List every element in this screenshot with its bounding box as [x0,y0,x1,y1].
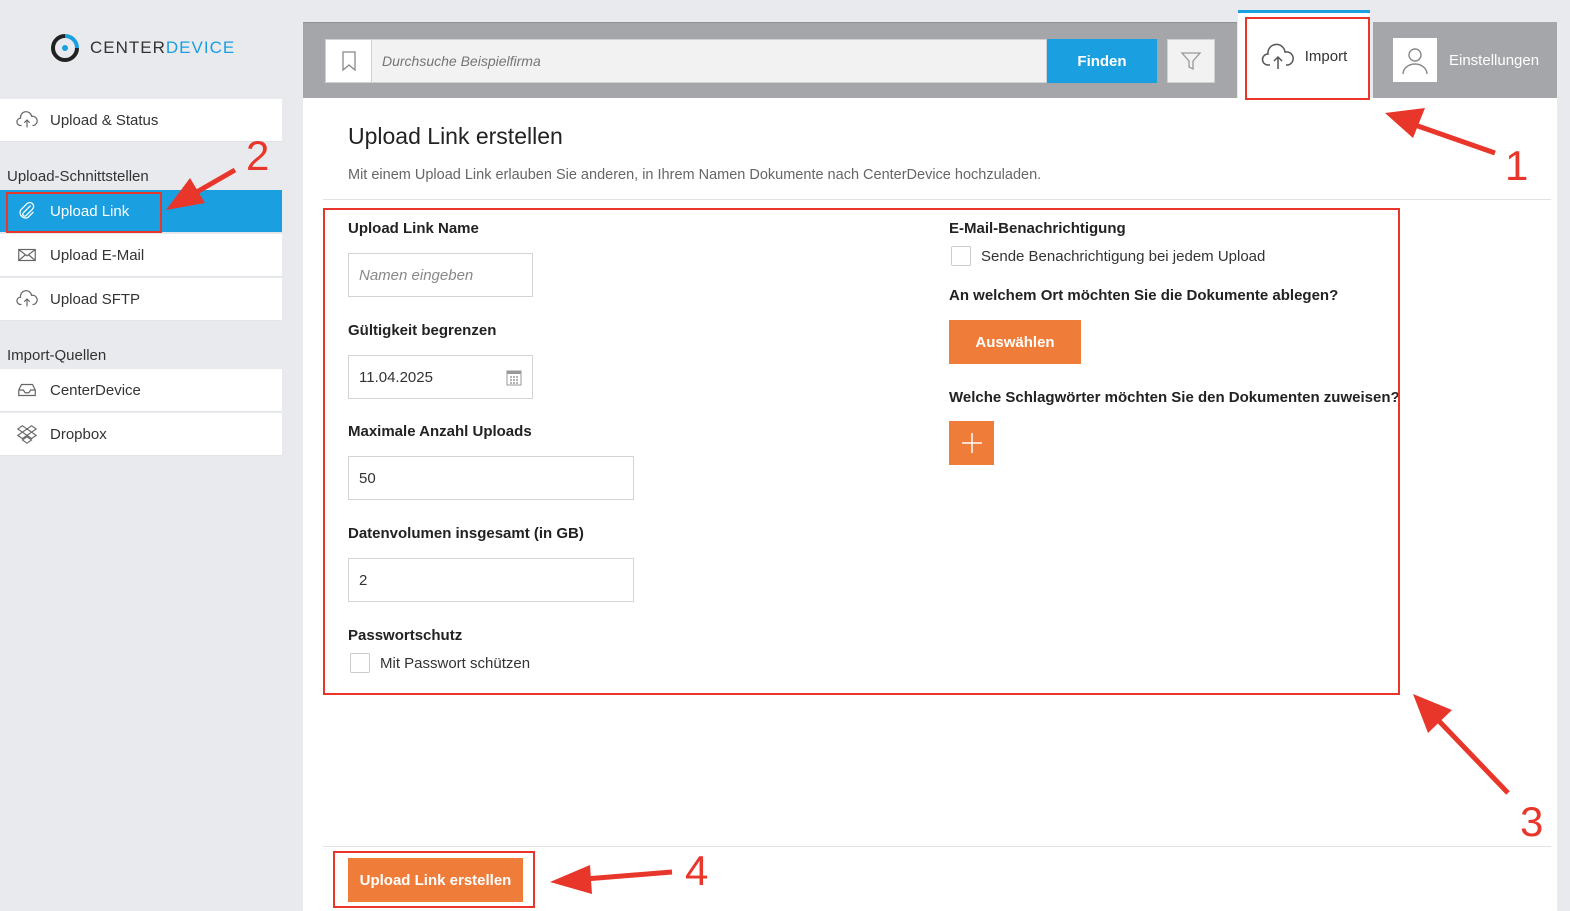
annotation-number-2: 2 [246,132,270,179]
sidebar-item-label: Upload E-Mail [50,246,145,264]
annotation-number-3: 3 [1520,798,1544,845]
annotation-box-2 [6,192,162,233]
sidebar-item-label: Dropbox [50,425,107,443]
bookmark-icon [341,51,356,72]
logo-icon [51,34,79,62]
annotation-box-4 [333,851,535,908]
settings-label: Einstellungen [1449,51,1540,69]
settings-tab[interactable]: Einstellungen [1373,22,1557,98]
filter-button[interactable] [1167,39,1215,83]
sidebar-item-upload-email[interactable]: Upload E-Mail [0,234,282,277]
find-button[interactable]: Finden [1047,39,1157,83]
section-upload-interfaces: Upload-Schnittstellen [7,168,149,185]
divider [323,199,1551,200]
centerdevice-logo[interactable]: CENTERDEVICE [50,33,235,63]
page-title: Upload Link erstellen [348,123,563,149]
cloud-upload-icon [16,290,38,307]
avatar [1393,38,1437,82]
annotation-number-4: 4 [685,847,709,894]
section-import-sources: Import-Quellen [7,347,107,364]
top-bar: Finden [303,22,1237,98]
logo-text: CENTERDEVICE [90,38,236,57]
page-description: Mit einem Upload Link erlauben Sie ander… [348,167,1042,183]
user-icon [1402,48,1428,75]
sidebar-item-centerdevice[interactable]: CenterDevice [0,369,282,412]
annotation-box-1 [1245,17,1370,100]
divider [323,846,1551,847]
search-bar [325,39,1047,83]
annotation-number-1: 1 [1505,142,1529,189]
search-input[interactable] [372,53,1046,69]
sidebar-item-label: Upload SFTP [50,290,141,308]
sidebar-item-label: CenterDevice [50,381,141,399]
annotation-box-3 [323,208,1400,695]
sidebar-item-label: Upload & Status [50,111,159,129]
filter-icon [1180,52,1202,71]
cloud-upload-icon [16,111,38,128]
bookmark-button[interactable] [326,40,372,82]
dropbox-icon [16,425,38,444]
sidebar-item-upload-status[interactable]: Upload & Status [0,99,282,142]
sidebar-item-dropbox[interactable]: Dropbox [0,413,282,456]
sidebar-item-upload-sftp[interactable]: Upload SFTP [0,278,282,321]
inbox-icon [18,383,36,397]
envelope-icon [18,248,36,262]
